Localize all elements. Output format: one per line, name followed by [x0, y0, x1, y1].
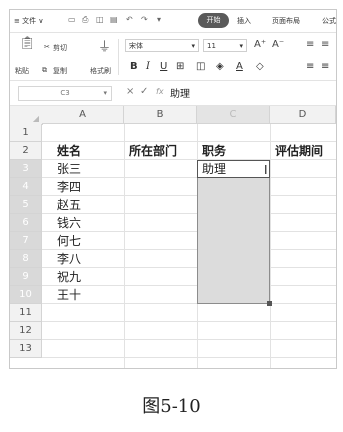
cell-a2[interactable]: 姓名 [54, 142, 81, 160]
font-name-select[interactable]: 宋体 ▾ [125, 39, 199, 52]
fx-icon[interactable]: fx [156, 87, 164, 96]
ribbon-divider [118, 39, 119, 75]
gridline [42, 285, 336, 286]
selected-range[interactable] [197, 160, 270, 304]
column-header-a[interactable]: A [42, 106, 124, 124]
name-box[interactable]: C3 ▾ [18, 86, 112, 101]
quick-access-dropdown-icon[interactable]: ▾ [157, 15, 161, 24]
print-icon[interactable]: ⎙ [82, 15, 88, 25]
cell-a5[interactable]: 赵五 [54, 196, 81, 214]
gridline [42, 303, 336, 304]
row-header-1[interactable]: 1 [10, 124, 42, 142]
cell-c3[interactable]: 助理 [199, 160, 226, 178]
align-middle-icon[interactable]: ≡ [321, 39, 329, 50]
export-icon[interactable]: ▤ [110, 15, 118, 24]
clear-format-icon[interactable]: ◇ [256, 61, 264, 72]
font-size-select[interactable]: 11 ▾ [203, 39, 247, 52]
format-painter-icon[interactable]: ⏚ [98, 36, 111, 55]
row-header-8[interactable]: 8 [10, 250, 42, 268]
cell-a4[interactable]: 李四 [54, 178, 81, 196]
row-header-4[interactable]: 4 [10, 178, 42, 196]
row-header-9[interactable]: 9 [10, 268, 42, 286]
gridline [42, 177, 336, 178]
tab-insert[interactable]: 插入 [237, 16, 251, 26]
shrink-font-button[interactable]: A⁻ [272, 39, 284, 50]
bold-button[interactable]: B [130, 61, 138, 72]
paste-icon[interactable]: 📋︎ [19, 36, 36, 51]
italic-button[interactable]: I [146, 61, 150, 72]
column-header-d[interactable]: D [270, 106, 336, 124]
gridline [124, 124, 125, 368]
row-header-3[interactable]: 3 [10, 160, 42, 178]
underline-button[interactable]: U [160, 61, 167, 72]
menu-bar: ≡ 文件 ∨ ▭ ⎙ ◫ ▤ ↶ ↷ ▾ 开始 插入 页面布局 公式 [10, 10, 336, 33]
align-center-icon[interactable]: ≡ [321, 61, 329, 72]
cell-a7[interactable]: 何七 [54, 232, 81, 250]
tab-page-layout[interactable]: 页面布局 [272, 16, 300, 26]
ribbon: 📋︎ 粘贴 ✂ 剪切 ⧉ 复制 ⏚ 格式刷 宋体 ▾ 11 ▾ A⁺ A⁻ ≡ … [10, 33, 336, 81]
font-color-button[interactable]: A [236, 61, 243, 72]
column-header-b[interactable]: B [124, 106, 197, 124]
gridline [42, 213, 336, 214]
row-header-5[interactable]: 5 [10, 196, 42, 214]
formula-input[interactable]: 助理 [170, 85, 190, 100]
merge-icon[interactable]: ◫ [196, 61, 205, 72]
cell-b2[interactable]: 所在部门 [126, 142, 177, 160]
gridline [42, 321, 336, 322]
chevron-down-icon: ▾ [103, 89, 107, 97]
grow-font-button[interactable]: A⁺ [254, 39, 266, 50]
file-menu[interactable]: ≡ 文件 ∨ [14, 16, 43, 26]
row-header-12[interactable]: 12 [10, 322, 42, 340]
confirm-icon[interactable]: ✓ [140, 86, 148, 97]
gridline [42, 267, 336, 268]
gridline [42, 249, 336, 250]
gridline [42, 195, 336, 196]
row-header-10[interactable]: 10 [10, 286, 42, 304]
row-header-13[interactable]: 13 [10, 340, 42, 358]
row-header-11[interactable]: 11 [10, 304, 42, 322]
paste-label[interactable]: 粘贴 [15, 66, 29, 76]
fill-handle[interactable] [267, 301, 272, 306]
row-header-2[interactable]: 2 [10, 142, 42, 160]
select-all-corner[interactable]: ◢ [10, 106, 43, 125]
text-cursor: I [264, 163, 268, 177]
row-header-7[interactable]: 7 [10, 232, 42, 250]
align-top-icon[interactable]: ≡ [306, 39, 314, 50]
save-icon[interactable]: ▭ [68, 15, 76, 24]
fill-color-icon[interactable]: ◈ [216, 61, 224, 72]
gridline [270, 124, 271, 368]
spreadsheet-window: ≡ 文件 ∨ ▭ ⎙ ◫ ▤ ↶ ↷ ▾ 开始 插入 页面布局 公式 📋︎ 粘贴… [9, 9, 337, 369]
cell-a9[interactable]: 祝九 [54, 268, 81, 286]
cell-a6[interactable]: 钱六 [54, 214, 81, 232]
print-preview-icon[interactable]: ◫ [96, 15, 104, 24]
cell-a10[interactable]: 王十 [54, 286, 81, 304]
sheet-grid: ◢ A B C D 1 2 3 4 5 6 7 8 9 10 11 12 13 [10, 106, 336, 368]
cut-icon[interactable]: ✂ [44, 43, 50, 51]
formula-bar: C3 ▾ × ✓ fx 助理 [10, 81, 336, 106]
chevron-down-icon: ▾ [191, 42, 195, 50]
tab-home[interactable]: 开始 [198, 13, 229, 28]
chevron-down-icon: ▾ [239, 42, 243, 50]
format-painter-label[interactable]: 格式刷 [90, 66, 111, 76]
gridline [42, 339, 336, 340]
cut-label[interactable]: 剪切 [53, 43, 67, 53]
align-left-icon[interactable]: ≡ [306, 61, 314, 72]
row-header-6[interactable]: 6 [10, 214, 42, 232]
cancel-icon[interactable]: × [126, 86, 134, 97]
cell-c2[interactable]: 职务 [199, 142, 226, 160]
gridline [42, 231, 336, 232]
redo-icon[interactable]: ↷ [141, 15, 148, 24]
undo-icon[interactable]: ↶ [126, 15, 133, 24]
border-icon[interactable]: ⊞ [176, 61, 184, 72]
cell-a8[interactable]: 李八 [54, 250, 81, 268]
cell-a3[interactable]: 张三 [54, 160, 81, 178]
copy-label[interactable]: 复制 [53, 66, 67, 76]
figure-caption: 图5-10 [142, 396, 201, 417]
cell-d2[interactable]: 评估期间 [272, 142, 323, 160]
tab-formulas[interactable]: 公式 [322, 16, 336, 26]
column-header-c[interactable]: C [197, 106, 270, 124]
copy-icon[interactable]: ⧉ [42, 66, 47, 75]
gridline [42, 357, 336, 358]
